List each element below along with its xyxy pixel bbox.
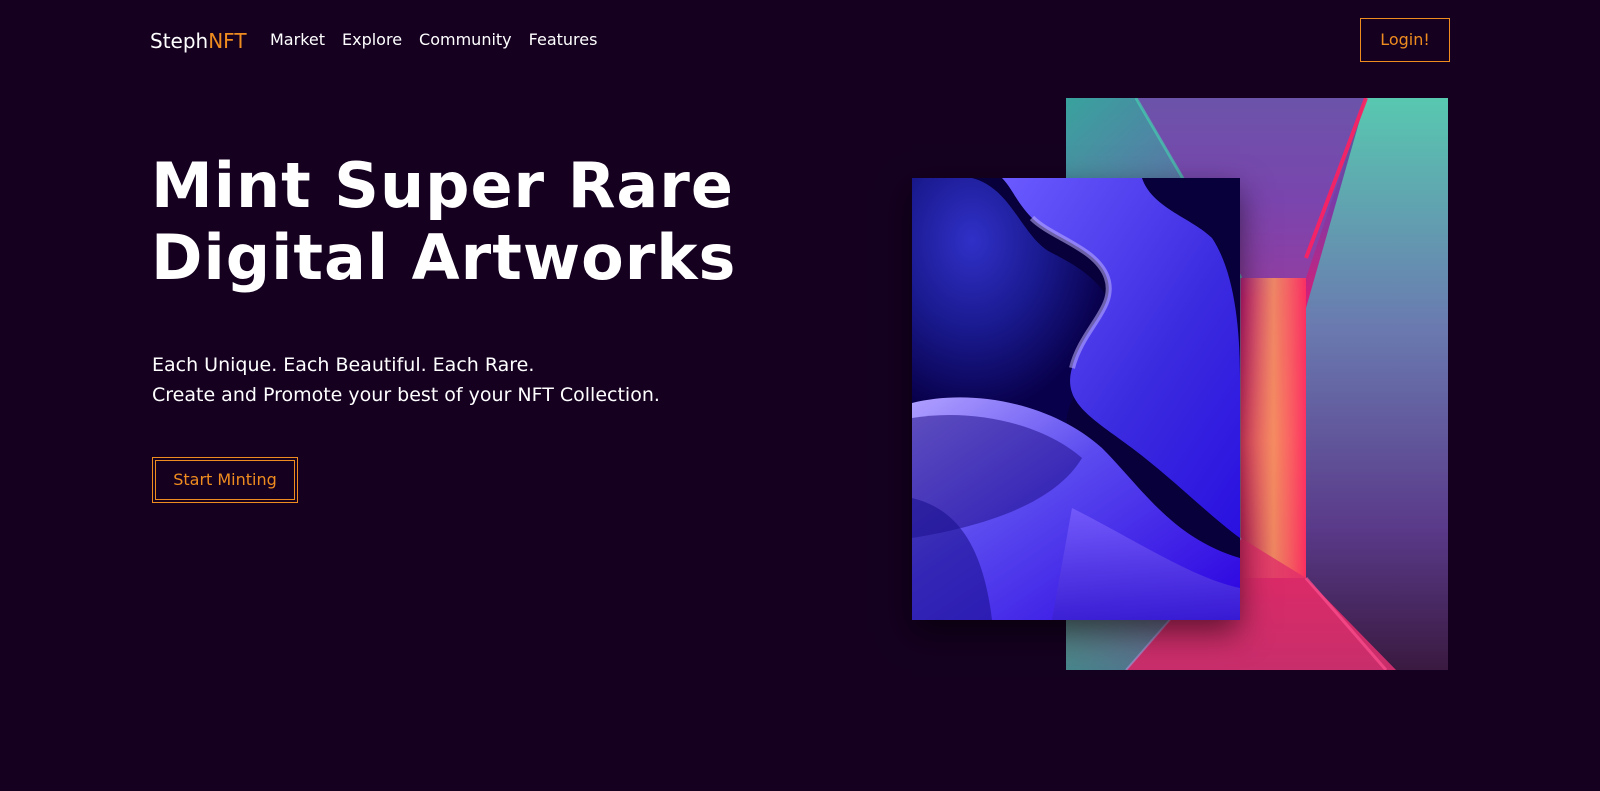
abstract-wave-image <box>912 178 1240 620</box>
login-button[interactable]: Login! <box>1360 18 1450 62</box>
nav-links: Market Explore Community Features <box>270 30 597 50</box>
nav-link-features[interactable]: Features <box>529 30 598 50</box>
nav-link-explore[interactable]: Explore <box>342 30 402 50</box>
start-minting-button[interactable]: Start Minting <box>152 457 298 503</box>
landing-page: StephNFT Market Explore Community Featur… <box>0 0 1600 791</box>
hero-subtitle-line-1: Each Unique. Each Beautiful. Each Rare. <box>152 354 535 376</box>
nav-link-market[interactable]: Market <box>270 30 325 50</box>
hero-subtitle: Each Unique. Each Beautiful. Each Rare. … <box>152 350 660 410</box>
hero-title-line-2: Digital Artworks <box>151 221 737 294</box>
brand-accent: NFT <box>208 29 247 53</box>
nav-link-community[interactable]: Community <box>419 30 512 50</box>
hero-title: Mint Super Rare Digital Artworks <box>151 150 736 294</box>
brand-name: Steph <box>150 29 209 53</box>
abstract-wave-artwork <box>912 178 1240 620</box>
hero-subtitle-line-2: Create and Promote your best of your NFT… <box>152 384 660 406</box>
hero-title-line-1: Mint Super Rare <box>151 149 734 222</box>
brand-logo[interactable]: StephNFT <box>150 29 247 53</box>
top-navbar: StephNFT Market Explore Community Featur… <box>150 18 1450 64</box>
